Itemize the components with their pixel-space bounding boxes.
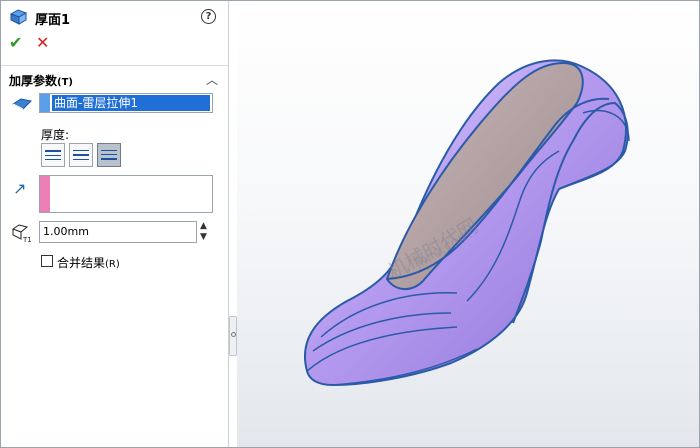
thicken-side-2-button[interactable] <box>97 143 121 167</box>
direction-color-swatch <box>40 176 50 212</box>
face-selection-color-swatch <box>40 94 50 112</box>
splitter-grip-icon <box>231 332 236 337</box>
panel-splitter[interactable] <box>229 0 237 448</box>
help-icon[interactable]: ? <box>201 9 216 24</box>
feature-title: 厚面1 <box>35 13 71 28</box>
collapse-chevron-icon[interactable]: ︿ <box>206 71 218 88</box>
direction-arrow-icon: ↗ <box>13 179 27 198</box>
side-line <box>73 159 89 160</box>
thickness-icon: T1 <box>11 224 32 243</box>
section-title: 加厚参数(T) <box>9 72 73 89</box>
side-line <box>101 154 117 155</box>
side-line <box>101 158 117 160</box>
side-line <box>101 150 117 151</box>
property-manager-panel: 厚面1 ? ✔ ✕ 加厚参数(T) ︿ 曲面-雷层拉伸1 厚度: ↗ T1 1.… <box>1 1 229 447</box>
side-line <box>45 159 61 160</box>
merge-result-shortcut: (R) <box>105 259 120 270</box>
merge-result-label: 合并结果(R) <box>57 254 120 271</box>
side-line <box>45 150 61 152</box>
face-list-item[interactable]: 曲面-雷层拉伸1 <box>52 95 210 111</box>
ok-button[interactable]: ✔ <box>9 35 25 51</box>
cancel-button[interactable]: ✕ <box>36 35 52 51</box>
thickness-input[interactable]: 1.00mm <box>39 221 197 243</box>
section-title-text: 加厚参数 <box>9 74 58 88</box>
svg-text:T1: T1 <box>22 236 32 243</box>
graphics-viewport[interactable]: 机械时代网 jixie.com <box>237 1 699 447</box>
thicken-parameters-section-header[interactable]: 加厚参数(T) ︿ <box>1 65 229 89</box>
side-line <box>73 154 89 156</box>
thicken-both-sides-button[interactable] <box>69 143 93 167</box>
thickness-label: 厚度: <box>41 128 70 142</box>
spin-up-icon[interactable]: ▲ <box>200 221 207 231</box>
spin-down-icon[interactable]: ▼ <box>200 232 207 242</box>
face-selection-list[interactable]: 曲面-雷层拉伸1 <box>39 93 213 113</box>
section-title-shortcut: (T) <box>57 77 73 88</box>
side-line <box>45 155 61 156</box>
surface-select-icon <box>12 98 32 110</box>
merge-result-label-text: 合并结果 <box>57 256 106 270</box>
direction-selection-box[interactable] <box>39 175 213 213</box>
thicken-feature-icon <box>9 9 28 25</box>
side-line <box>73 150 89 151</box>
merge-result-checkbox[interactable] <box>41 255 53 267</box>
thicken-side-1-button[interactable] <box>41 143 65 167</box>
